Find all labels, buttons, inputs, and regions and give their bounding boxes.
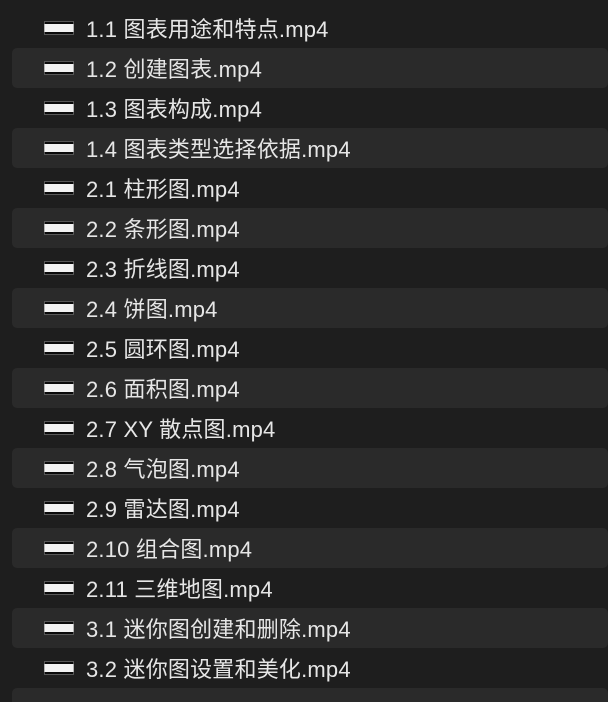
video-file-icon xyxy=(44,461,74,475)
file-row[interactable]: 2.6 面积图.mp4 xyxy=(12,368,608,408)
file-row[interactable]: 1.2 创建图表.mp4 xyxy=(12,48,608,88)
video-file-icon xyxy=(44,501,74,515)
file-name: 3.1 迷你图创建和删除.mp4 xyxy=(86,617,351,642)
file-name: 2.4 饼图.mp4 xyxy=(86,297,218,322)
file-name: 2.2 条形图.mp4 xyxy=(86,217,240,242)
file-name: 2.8 气泡图.mp4 xyxy=(86,457,240,482)
video-file-icon xyxy=(44,261,74,275)
file-name: 2.3 折线图.mp4 xyxy=(86,257,240,282)
video-file-icon xyxy=(44,101,74,115)
file-name: 2.10 组合图.mp4 xyxy=(86,537,253,562)
file-row[interactable]: 2.1 柱形图.mp4 xyxy=(12,168,608,208)
file-row[interactable]: 2.7 XY 散点图.mp4 xyxy=(12,408,608,448)
file-name: 2.7 XY 散点图.mp4 xyxy=(86,417,276,442)
file-row[interactable]: 2.9 雷达图.mp4 xyxy=(12,488,608,528)
file-row[interactable]: 2.3 折线图.mp4 xyxy=(12,248,608,288)
video-file-icon xyxy=(44,341,74,355)
file-name: 2.6 面积图.mp4 xyxy=(86,377,240,402)
file-row[interactable]: 1.4 图表类型选择依据.mp4 xyxy=(12,128,608,168)
file-name: 2.5 圆环图.mp4 xyxy=(86,337,240,362)
file-row[interactable]: 1.1 图表用途和特点.mp4 xyxy=(12,8,608,48)
video-file-icon xyxy=(44,421,74,435)
file-row[interactable]: 3.2 迷你图设置和美化.mp4 xyxy=(12,648,608,688)
video-file-icon xyxy=(44,221,74,235)
file-row[interactable]: 2.11 三维地图.mp4 xyxy=(12,568,608,608)
file-row[interactable]: 2.4 饼图.mp4 xyxy=(12,288,608,328)
file-name: 1.2 创建图表.mp4 xyxy=(86,57,263,82)
video-file-icon xyxy=(44,621,74,635)
video-file-icon xyxy=(44,141,74,155)
video-file-icon xyxy=(44,541,74,555)
file-list: 1.1 图表用途和特点.mp4 1.2 创建图表.mp4 1.3 图表构成.mp4 1… xyxy=(0,0,608,702)
file-row[interactable]: 1.3 图表构成.mp4 xyxy=(12,88,608,128)
file-row[interactable]: 2.10 组合图.mp4 xyxy=(12,528,608,568)
video-file-icon xyxy=(44,21,74,35)
video-file-icon xyxy=(44,661,74,675)
video-file-icon xyxy=(44,61,74,75)
partial-row xyxy=(12,688,608,702)
file-row[interactable]: 2.5 圆环图.mp4 xyxy=(12,328,608,368)
file-name: 1.1 图表用途和特点.mp4 xyxy=(86,17,329,42)
file-name: 1.4 图表类型选择依据.mp4 xyxy=(86,137,351,162)
file-row[interactable]: 2.8 气泡图.mp4 xyxy=(12,448,608,488)
video-file-icon xyxy=(44,301,74,315)
file-name: 1.3 图表构成.mp4 xyxy=(86,97,263,122)
file-row[interactable]: 2.2 条形图.mp4 xyxy=(12,208,608,248)
file-name: 2.11 三维地图.mp4 xyxy=(86,577,273,602)
file-name: 2.9 雷达图.mp4 xyxy=(86,497,240,522)
video-file-icon xyxy=(44,181,74,195)
video-file-icon xyxy=(44,581,74,595)
video-file-icon xyxy=(44,381,74,395)
file-name: 3.2 迷你图设置和美化.mp4 xyxy=(86,657,351,682)
file-name: 2.1 柱形图.mp4 xyxy=(86,177,240,202)
file-row[interactable]: 3.1 迷你图创建和删除.mp4 xyxy=(12,608,608,648)
